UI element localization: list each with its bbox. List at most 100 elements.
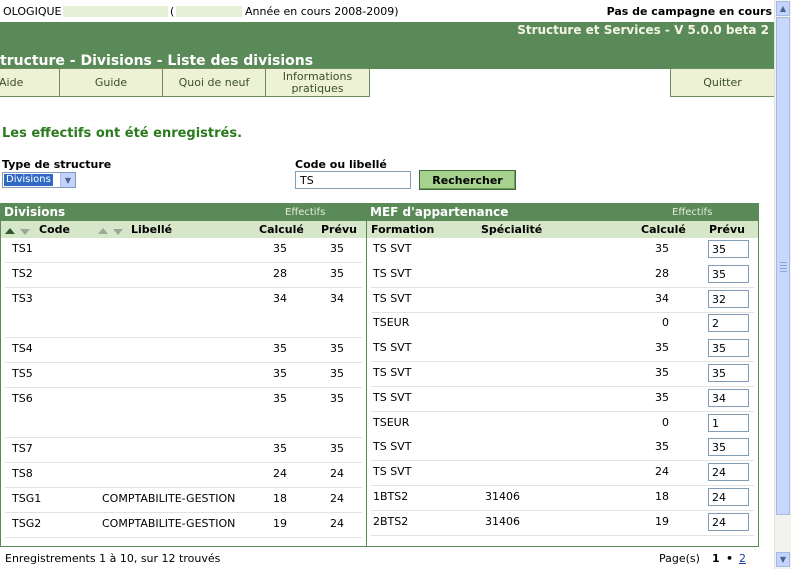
table-row: TS SVT 34 32	[371, 288, 754, 313]
table-row: TS7 35 35	[5, 438, 362, 463]
cell-formation: TS SVT	[373, 341, 412, 355]
paren-open: (	[170, 5, 175, 18]
cell-calcule: 28	[273, 267, 287, 280]
table-row: TS2 28 35	[5, 263, 362, 288]
mef-title: MEF d'appartenance	[370, 205, 509, 219]
vertical-scrollbar[interactable]: ▲ ▼	[774, 0, 791, 569]
col-libelle[interactable]: Libellé	[131, 223, 172, 236]
table-row: TS SVT 35 35	[371, 337, 754, 363]
sort-asc-icon[interactable]	[5, 224, 15, 237]
table-row: TSEUR 0 1	[371, 412, 754, 437]
cell-calcule: 24	[273, 467, 287, 480]
divisions-panel-header: Divisions Effectifs	[1, 204, 366, 221]
prevu-input[interactable]: 24	[708, 463, 749, 482]
divisions-title: Divisions	[4, 205, 66, 219]
search-button[interactable]: Rechercher	[419, 170, 516, 190]
cell-prevu: 35	[330, 267, 344, 280]
prevu-input[interactable]: 24	[708, 512, 749, 531]
code-libelle-input[interactable]: TS	[295, 171, 411, 189]
prevu-input[interactable]: 2	[708, 314, 749, 333]
table-row: TS8 24 24	[5, 463, 362, 488]
cell-calcule: 35	[273, 242, 287, 255]
prevu-input[interactable]: 34	[708, 388, 749, 407]
cell-formation: 2BTS2	[373, 514, 409, 528]
cell-calcule: 35	[273, 367, 287, 380]
cell-code: TS2	[12, 267, 33, 280]
col-code[interactable]: Code	[39, 223, 70, 236]
table-row: TS SVT 35 35	[371, 436, 754, 462]
page-separator: •	[726, 552, 734, 565]
sort-desc-icon[interactable]	[113, 225, 123, 238]
scroll-thumb[interactable]	[776, 17, 790, 515]
chevron-down-icon[interactable]: ▼	[60, 173, 75, 187]
grip-line	[780, 262, 787, 263]
cell-prevu: 35	[330, 392, 344, 405]
col-formation: Formation	[371, 223, 435, 236]
menu-quitter[interactable]: Quitter	[670, 68, 775, 97]
scroll-down-icon[interactable]: ▼	[776, 552, 790, 567]
cell-calcule: 35	[655, 440, 669, 454]
type-structure-select[interactable]: Divisions ▼	[2, 172, 76, 188]
cell-formation: TSEUR	[373, 415, 410, 429]
menu-guide[interactable]: Guide	[59, 68, 163, 97]
cell-calcule: 19	[273, 517, 287, 530]
table-row: TS SVT 35 35	[371, 362, 754, 387]
prevu-input[interactable]: 35	[708, 339, 749, 358]
cell-calcule: 35	[273, 342, 287, 355]
cell-code: TS8	[12, 467, 33, 480]
menu-aide[interactable]: Aide	[0, 68, 60, 97]
table-row: TS3 34 34	[5, 288, 362, 338]
cell-formation: TS SVT	[373, 465, 412, 479]
sort-asc-icon[interactable]	[98, 224, 108, 237]
cell-prevu: 24	[330, 467, 344, 480]
grip-line	[780, 271, 787, 272]
cell-code: TS1	[12, 242, 33, 255]
mef-effectifs-label: Effectifs	[672, 207, 713, 218]
prevu-input[interactable]: 35	[708, 240, 749, 258]
cell-calcule: 35	[273, 442, 287, 455]
cell-calcule: 19	[655, 514, 669, 528]
table-row: TS6 35 35	[5, 388, 362, 438]
cell-prevu: 35	[330, 342, 344, 355]
campaign-status: Pas de campagne en cours	[606, 5, 772, 18]
cell-prevu: 35	[330, 242, 344, 255]
cell-code: TSG2	[12, 517, 42, 530]
cell-code: TSG1	[12, 492, 42, 505]
scroll-up-icon[interactable]: ▲	[776, 1, 790, 16]
cell-calcule: 35	[655, 366, 669, 379]
cell-calcule: 18	[273, 492, 287, 505]
cell-specialite: 31406	[485, 514, 520, 528]
prevu-input[interactable]: 32	[708, 289, 749, 308]
prevu-input[interactable]: 1	[708, 413, 749, 432]
col-prevu: Prévu	[321, 223, 357, 236]
pages-label: Page(s)	[659, 552, 700, 565]
cell-libelle: COMPTABILITE-GESTION	[102, 517, 236, 530]
type-structure-value: Divisions	[4, 174, 53, 186]
prevu-input[interactable]: 35	[708, 364, 749, 382]
cell-calcule: 35	[655, 242, 669, 255]
app-header: Structure et Services - V 5.0.0 beta 2 t…	[0, 22, 775, 69]
prevu-input[interactable]: 35	[708, 438, 749, 457]
cell-prevu: 24	[330, 517, 344, 530]
success-message: Les effectifs ont été enregistrés.	[2, 126, 243, 141]
menu-informations-pratiques[interactable]: Informations pratiques	[265, 68, 370, 97]
prevu-input[interactable]: 35	[708, 264, 749, 283]
page-2-link[interactable]: 2	[739, 552, 746, 565]
school-name: OLOGIQUE	[3, 5, 62, 18]
menu-infos-label-2: pratiques	[291, 81, 344, 95]
cell-code: TS7	[12, 442, 33, 455]
cell-specialite: 31406	[485, 490, 520, 503]
top-bar: OLOGIQUE ( Année en cours 2008-2009) Pas…	[0, 0, 775, 22]
cell-prevu: 35	[330, 442, 344, 455]
table-row: TS SVT 35 34	[371, 387, 754, 412]
grip-line	[780, 265, 787, 266]
divisions-column-header: Code Libellé Calculé Prévu	[1, 221, 366, 238]
sort-desc-icon[interactable]	[20, 225, 30, 238]
prevu-input[interactable]: 24	[708, 488, 749, 506]
table-row: TSG1 COMPTABILITE-GESTION 18 24	[5, 488, 362, 513]
page-title: tructure - Divisions - Liste des divisio…	[0, 53, 314, 69]
menu-quoi-de-neuf[interactable]: Quoi de neuf	[162, 68, 266, 97]
cell-prevu: 24	[330, 492, 344, 505]
cell-calcule: 34	[655, 291, 669, 305]
cell-formation: TS SVT	[373, 242, 412, 255]
